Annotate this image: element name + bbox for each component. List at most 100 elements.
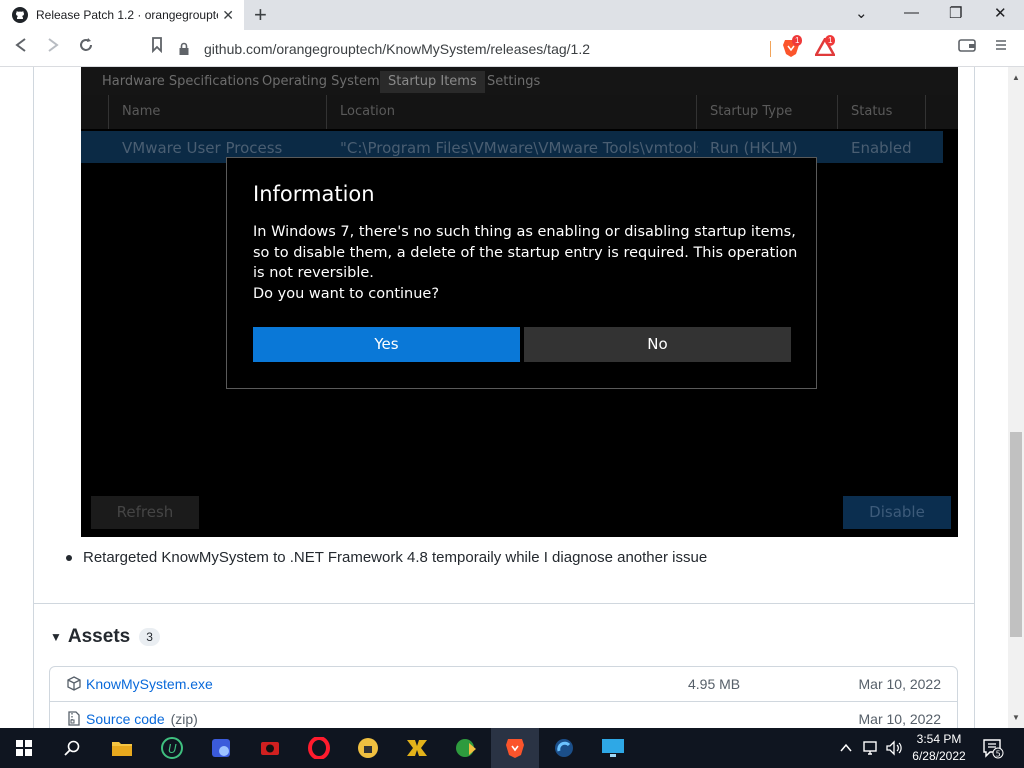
- bookmark-icon: [152, 37, 162, 54]
- taskbar-app-puzzle[interactable]: [393, 728, 441, 768]
- asset-date: Mar 10, 2022: [858, 711, 942, 727]
- asset-link-source-zip[interactable]: Source code (zip): [86, 711, 198, 727]
- u-circle-icon: U: [161, 737, 183, 759]
- globe-download-icon: [456, 739, 476, 757]
- assets-count: 3: [139, 628, 160, 646]
- no-button: No: [524, 327, 791, 362]
- back-button[interactable]: [14, 37, 28, 58]
- close-window-button[interactable]: ✕: [994, 4, 1007, 22]
- page-scrollbar[interactable]: ▲ ▼: [1008, 67, 1024, 728]
- address-bar[interactable]: github.com/orangegrouptech/KnowMySystem/…: [178, 35, 772, 62]
- network-icon: [863, 741, 877, 755]
- windows-logo-icon: [16, 740, 32, 756]
- cell-name: VMware User Process: [122, 139, 283, 157]
- scroll-up-icon[interactable]: ▲: [1012, 73, 1020, 82]
- wallet-button[interactable]: [958, 37, 976, 57]
- taskbar-vpn[interactable]: [344, 728, 392, 768]
- assets-header[interactable]: ▼ Assets 3: [50, 626, 160, 648]
- forward-arrow-icon: [48, 38, 59, 52]
- taskbar-app-recorder[interactable]: [246, 728, 294, 768]
- app-tab-bar: Hardware Specifications Operating System…: [81, 67, 958, 95]
- toolbar-divider: [770, 41, 771, 57]
- app-tab-startup: Startup Items: [380, 71, 485, 93]
- lock-icon: [179, 42, 189, 55]
- folder-icon: [112, 742, 132, 756]
- dialog-question: Do you want to continue?: [253, 285, 440, 302]
- column-divider: [326, 95, 327, 129]
- browser-toolbar: github.com/orangegrouptech/KnowMySystem/…: [0, 30, 1024, 67]
- column-divider: [925, 95, 926, 129]
- column-divider: [837, 95, 838, 129]
- cell-status: Enabled: [851, 139, 912, 157]
- volume-icon[interactable]: [885, 740, 903, 759]
- tab-close-icon[interactable]: ✕: [222, 7, 234, 24]
- show-hidden-icons-chevron-icon[interactable]: [840, 740, 852, 756]
- taskbar-app-u[interactable]: U: [148, 728, 196, 768]
- dialog-message: In Windows 7, there's no such thing as e…: [253, 224, 798, 281]
- asset-row: KnowMySystem.exe 4.95 MB Mar 10, 2022: [50, 667, 957, 701]
- asset-row: Source code (zip) Mar 10, 2022: [50, 701, 957, 728]
- asset-size: 4.95 MB: [688, 676, 741, 692]
- scroll-thumb[interactable]: [1010, 432, 1022, 637]
- search-button[interactable]: [48, 728, 96, 768]
- bookmark-button[interactable]: [151, 37, 163, 58]
- column-divider: [696, 95, 697, 129]
- cell-location: "C:\Program Files\VMware\VMware Tools\vm…: [340, 139, 698, 157]
- hamburger-menu-icon: [996, 40, 1006, 50]
- action-center-button[interactable]: 5: [982, 737, 1004, 764]
- brave-rewards-button[interactable]: 1: [813, 35, 837, 61]
- taskbar-opera[interactable]: [295, 728, 343, 768]
- taskbar-clock[interactable]: 3:54 PM 6/28/2022: [904, 731, 974, 765]
- bullet-icon: [66, 554, 72, 561]
- wallet-icon: [958, 39, 976, 52]
- column-location: Location: [340, 104, 395, 119]
- asset-format: (zip): [170, 711, 198, 727]
- taskbar-file-explorer[interactable]: [98, 728, 146, 768]
- clock-time: 3:54 PM: [916, 732, 962, 746]
- speaker-icon: [886, 740, 902, 756]
- menu-button[interactable]: [994, 37, 1008, 57]
- release-note-text: Retargeted KnowMySystem to .NET Framewor…: [83, 549, 708, 566]
- column-divider: [108, 95, 109, 129]
- information-dialog: Information In Windows 7, there's no suc…: [226, 157, 817, 389]
- start-button[interactable]: [0, 728, 48, 768]
- minimize-button[interactable]: —: [904, 4, 919, 21]
- dialog-body: In Windows 7, there's no such thing as e…: [253, 222, 801, 304]
- reload-button[interactable]: [78, 37, 94, 58]
- browser-tab-active[interactable]: Release Patch 1.2 · orangegroupte ✕: [0, 0, 244, 30]
- search-icon: [64, 740, 80, 756]
- taskbar-app-edge[interactable]: [540, 728, 588, 768]
- cell-startup-type: Run (HKLM): [710, 139, 798, 157]
- app-tab-os: Operating System: [262, 74, 380, 89]
- file-zip-icon: [68, 711, 80, 726]
- column-startup-type: Startup Type: [710, 104, 793, 119]
- yes-button: Yes: [253, 327, 520, 362]
- taskbar-app-globe[interactable]: [442, 728, 490, 768]
- brave-shields-button[interactable]: 1: [782, 35, 803, 63]
- asset-link-exe[interactable]: KnowMySystem.exe: [86, 676, 213, 692]
- clock-date: 6/28/2022: [912, 749, 966, 763]
- asset-date: Mar 10, 2022: [858, 676, 942, 692]
- taskbar-app-remote[interactable]: [197, 728, 245, 768]
- tab-search-chevron-icon[interactable]: ⌄: [855, 4, 868, 22]
- taskbar-app-desktop[interactable]: [589, 728, 637, 768]
- column-name: Name: [122, 104, 161, 119]
- scroll-down-icon[interactable]: ▼: [1012, 713, 1020, 722]
- network-icon[interactable]: [862, 740, 880, 759]
- dialog-title: Information: [253, 182, 375, 206]
- remote-app-icon: [212, 739, 230, 757]
- back-arrow-icon: [15, 38, 26, 52]
- caret-down-icon: ▼: [50, 630, 62, 644]
- new-tab-button[interactable]: +: [254, 2, 267, 28]
- assets-title: Assets: [67, 626, 131, 647]
- release-note-item: Retargeted KnowMySystem to .NET Framewor…: [64, 549, 707, 566]
- browser-tab-strip: Release Patch 1.2 · orangegroupte ✕ + ⌄ …: [0, 0, 1024, 30]
- forward-button[interactable]: [46, 37, 60, 58]
- web-page: Hardware Specifications Operating System…: [0, 67, 1008, 728]
- app-tab-settings: Settings: [487, 74, 541, 89]
- camera-recorder-icon: [261, 742, 279, 755]
- monitor-icon: [602, 739, 624, 757]
- taskbar-brave[interactable]: [491, 728, 539, 768]
- restore-button[interactable]: ❐: [949, 4, 962, 22]
- refresh-button: Refresh: [91, 496, 199, 529]
